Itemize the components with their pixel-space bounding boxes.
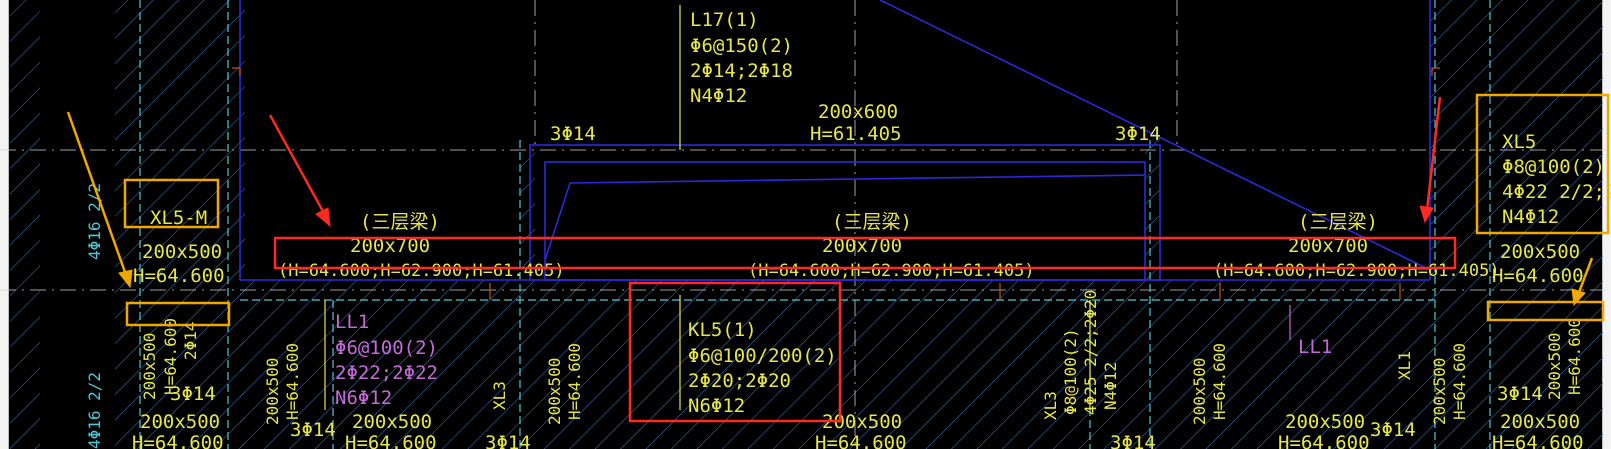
v-size-d: 200x500 — [1190, 358, 1209, 425]
kl5-bars: 2Φ20;2Φ20 — [688, 370, 791, 392]
v-height-f: H=64.600 — [1565, 318, 1584, 395]
l17-side: N4Φ12 — [690, 85, 747, 107]
v-height-b: H=64.600 — [283, 343, 302, 420]
beam-c-note: (三层梁) — [1298, 211, 1378, 233]
bottom-height-c: H=64.600 — [815, 432, 907, 449]
xl3-b-side: N4Φ12 — [1101, 362, 1120, 410]
beam-a-note: (三层梁) — [360, 211, 440, 233]
top-left-bars: 3Φ14 — [550, 123, 596, 145]
beam-c-height: (H=64.600;H=62.900;H=61.405) — [1213, 261, 1500, 281]
v-height-e: H=64.600 — [1450, 343, 1469, 420]
kl5-name: KL5(1) — [688, 319, 757, 341]
bottom-bars-c: 3Φ14 — [485, 432, 531, 449]
xl5-bars: 4Φ22 2/2;2Φ — [1502, 181, 1611, 203]
left-v-bars: 2Φ14 — [181, 321, 200, 360]
v-size-f: 200x500 — [1545, 333, 1564, 400]
xl3-b-bars: 4Φ25 2/2;2Φ20 — [1081, 290, 1100, 415]
top-right-bars: 3Φ14 — [1115, 123, 1161, 145]
v-size-e: 200x500 — [1430, 358, 1449, 425]
ll1-stirrup: Φ6@100(2) — [335, 337, 438, 359]
cad-viewport[interactable]: L17(1) Φ6@150(2) 2Φ14;2Φ18 N4Φ12 200x600… — [0, 0, 1611, 449]
ll1-right-label: LL1 — [1298, 336, 1332, 358]
top-height: H=61.405 — [810, 123, 902, 145]
xl5-stirrup: Φ8@100(2) — [1502, 156, 1605, 178]
left-v-size: 200x500 — [140, 333, 159, 400]
bottom-size-b: 200x500 — [352, 411, 432, 433]
bottom-height-f: H=64.600 — [1492, 432, 1584, 449]
right-height: H=64.600 — [1492, 265, 1584, 287]
bottom-bars-e: 3Φ14 — [1370, 419, 1416, 441]
xl3-b-name: XL3 — [1041, 391, 1060, 420]
left-vert-text: 4Φ16 2/2 — [85, 183, 104, 260]
l17-name: L17(1) — [690, 9, 759, 31]
right-size: 200x500 — [1500, 241, 1580, 263]
xl1-label: XL1 — [1395, 351, 1414, 380]
left-v-height: H=64.600 — [161, 318, 180, 395]
beam-b-note: (三层梁) — [832, 211, 912, 233]
kl5-side: N6Φ12 — [688, 395, 745, 417]
drawing-canvas[interactable]: L17(1) Φ6@150(2) 2Φ14;2Φ18 N4Φ12 200x600… — [0, 0, 1611, 449]
beam-b-height: (H=64.600;H=62.900;H=61.405) — [748, 261, 1035, 281]
v-size-c: 200x500 — [545, 358, 564, 425]
l17-stirrup: Φ6@150(2) — [690, 35, 793, 57]
v-height-d: H=64.600 — [1210, 343, 1229, 420]
left-size: 200x500 — [142, 241, 222, 263]
bottom-size-a: 200x500 — [140, 411, 220, 433]
ll1-name: LL1 — [335, 311, 369, 333]
kl5-stirrup: Φ6@100/200(2) — [688, 345, 837, 367]
bottom-bars-b: 3Φ14 — [290, 419, 336, 441]
v-height-c: H=64.600 — [565, 343, 584, 420]
bottom-height-b: H=64.600 — [345, 432, 437, 449]
xl5m-label: XL5-M — [150, 207, 207, 229]
bottom-bars-f: 3Φ14 — [1497, 383, 1543, 405]
xl3-label: XL3 — [490, 381, 509, 410]
left-vertical-notes: 4Φ16 2/2 4Φ16 2/2 — [85, 183, 104, 449]
bottom-height-d: H=64.600 — [1278, 432, 1370, 449]
bottom-height-a: H=64.600 — [132, 432, 224, 449]
bottom-bars-d: 3Φ14 — [1110, 432, 1156, 449]
l17-bars: 2Φ14;2Φ18 — [690, 60, 793, 82]
bottom-size-f: 200x500 — [1500, 411, 1580, 433]
left-height: H=64.600 — [133, 265, 225, 287]
bottom-size-d: 200x500 — [1285, 411, 1365, 433]
ll1-side: N6Φ12 — [335, 387, 392, 409]
v-size-b: 200x500 — [263, 358, 282, 425]
ll1-bars: 2Φ22;2Φ22 — [335, 362, 438, 384]
xl5-side: N4Φ12 — [1502, 206, 1559, 228]
beam-a-height: (H=64.600;H=62.900;H=61.405) — [278, 261, 565, 281]
xl3-b-stirrup: Φ8@100(2) — [1061, 328, 1080, 415]
top-size: 200x600 — [818, 101, 898, 123]
xl5-name: XL5 — [1502, 131, 1536, 153]
left-vert-text-2: 4Φ16 2/2 — [85, 372, 104, 449]
